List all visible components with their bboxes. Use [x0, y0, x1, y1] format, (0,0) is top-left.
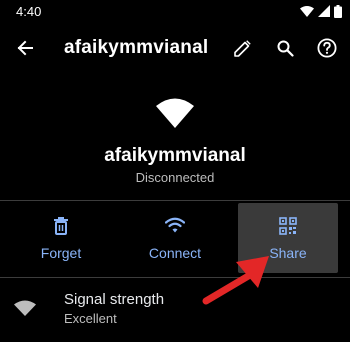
network-status: Disconnected	[135, 170, 215, 185]
share-button[interactable]: Share	[238, 203, 338, 273]
status-time: 4:40	[16, 4, 42, 19]
signal-strength-value: Excellent	[64, 311, 117, 326]
connect-label: Connect	[148, 245, 202, 261]
divider-bottom	[0, 277, 350, 278]
action-bar: Forget Connect Share	[0, 201, 350, 275]
app-bar: afaikymmvianal	[0, 28, 350, 68]
page-title: afaikymmvianal	[64, 37, 209, 58]
wifi-status-icon	[300, 5, 314, 17]
wifi-signal-icon	[14, 300, 36, 316]
pencil-icon	[233, 39, 251, 57]
arrow-back-icon	[17, 40, 33, 56]
trash-icon	[54, 217, 68, 235]
forget-label: Forget	[40, 245, 82, 261]
status-icons	[300, 4, 342, 18]
signal-strength-label: Signal strength	[64, 291, 165, 308]
search-button[interactable]	[271, 34, 299, 62]
wifi-icon	[156, 98, 194, 128]
status-bar: 4:40	[0, 0, 350, 22]
connect-button[interactable]: Connect	[125, 203, 225, 273]
wifi-icon	[165, 217, 185, 233]
help-button[interactable]	[313, 34, 341, 62]
signal-strength-row[interactable]: Signal strength Excellent	[0, 284, 350, 334]
cellular-signal-icon	[318, 5, 330, 17]
network-name: afaikymmvianal	[104, 145, 246, 166]
forget-button[interactable]: Forget	[11, 203, 111, 273]
help-icon	[317, 38, 337, 58]
back-button[interactable]	[11, 34, 39, 62]
qr-code-icon	[279, 217, 297, 235]
battery-icon	[334, 4, 342, 18]
search-icon	[277, 40, 294, 57]
share-label: Share	[269, 245, 307, 261]
edit-button[interactable]	[228, 34, 256, 62]
